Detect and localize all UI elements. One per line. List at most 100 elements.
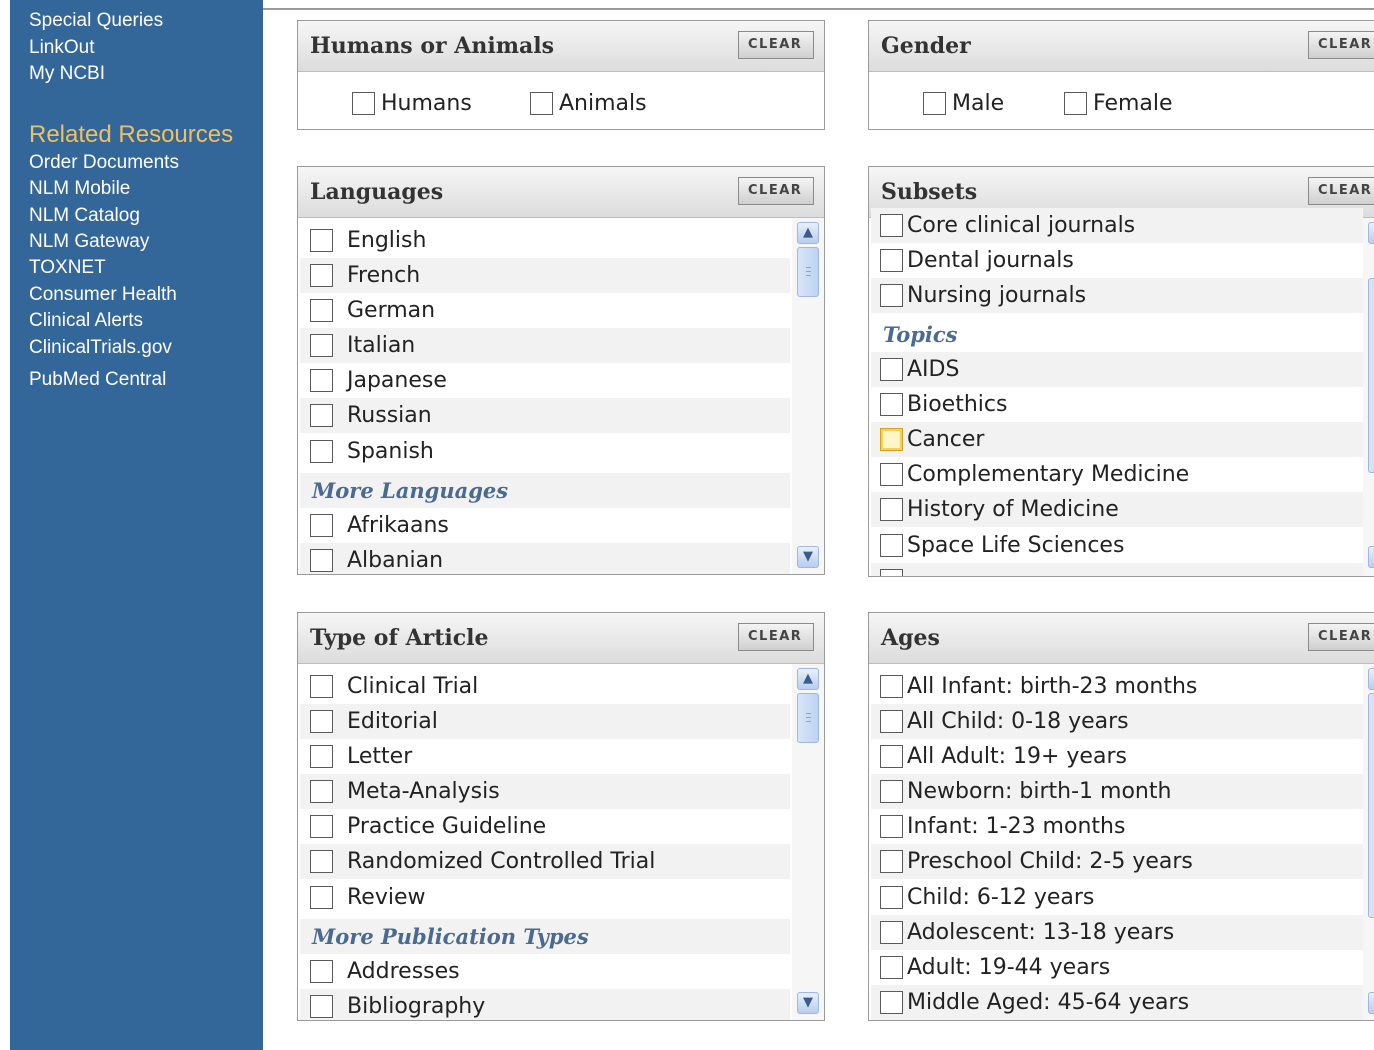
checkbox[interactable] [880, 991, 903, 1014]
checkbox[interactable] [880, 393, 903, 416]
scroll-thumb[interactable] [797, 247, 819, 297]
checkbox[interactable] [880, 214, 903, 237]
checkbox[interactable] [310, 780, 333, 803]
checkbox[interactable] [310, 675, 333, 698]
checkbox[interactable] [880, 534, 903, 557]
scrollbar[interactable]: ▲ ▼ [792, 664, 824, 1020]
link-nlm-catalog[interactable]: NLM Catalog [29, 205, 140, 227]
checkbox[interactable] [310, 334, 333, 357]
scroll-down-button[interactable]: ▼ [1368, 992, 1374, 1014]
list-item[interactable]: History of Medicine [871, 492, 1363, 527]
link-clinical-alerts[interactable]: Clinical Alerts [29, 310, 143, 332]
scroll-down-button[interactable]: ▼ [797, 992, 819, 1014]
list-item[interactable]: Afrikaans [300, 508, 790, 543]
scroll-thumb[interactable] [1368, 693, 1374, 918]
list-item[interactable]: All Child: 0-18 years [871, 704, 1363, 739]
checkbox[interactable] [310, 850, 333, 873]
list-item[interactable]: Adult: 19-44 years [871, 950, 1363, 985]
link-order-documents[interactable]: Order Documents [29, 152, 179, 174]
checkbox[interactable] [880, 358, 903, 381]
checkbox[interactable] [880, 675, 903, 698]
checkbox[interactable] [880, 284, 903, 307]
list-item[interactable]: Addresses [300, 954, 790, 989]
list-item[interactable]: Japanese [300, 363, 790, 398]
scroll-up-button[interactable]: ▲ [797, 668, 819, 690]
checkbox[interactable] [310, 815, 333, 838]
list-item[interactable]: Review [300, 880, 790, 915]
list-item[interactable]: AIDS [871, 352, 1363, 387]
checkbox[interactable] [880, 249, 903, 272]
checkbox[interactable] [880, 956, 903, 979]
list-item[interactable]: Bibliography [300, 989, 790, 1020]
list-item[interactable]: French [300, 258, 790, 293]
checkbox[interactable] [310, 404, 333, 427]
scroll-down-button[interactable]: ▼ [1368, 546, 1374, 568]
list-item[interactable]: Dental journals [871, 243, 1363, 278]
checkbox[interactable] [310, 745, 333, 768]
checkbox[interactable] [1064, 92, 1087, 115]
languages-list[interactable]: English French German Italian Japanese R… [298, 218, 824, 574]
list-item[interactable]: Core clinical journals [871, 208, 1363, 243]
option-male[interactable]: Male [923, 86, 1004, 121]
list-item[interactable]: All Adult: 19+ years [871, 739, 1363, 774]
clear-button[interactable]: CLEAR [738, 177, 814, 205]
checkbox[interactable] [880, 569, 903, 576]
list-item[interactable]: Adolescent: 13-18 years [871, 915, 1363, 950]
checkbox[interactable] [880, 850, 903, 873]
link-special-queries[interactable]: Special Queries [29, 10, 163, 32]
list-item[interactable]: Spanish [300, 434, 790, 469]
list-item[interactable]: English [300, 223, 790, 258]
list-item[interactable]: Space Life Sciences [871, 528, 1363, 563]
checkbox[interactable] [530, 92, 553, 115]
checkbox[interactable] [310, 229, 333, 252]
checkbox[interactable] [880, 780, 903, 803]
checkbox[interactable] [310, 440, 333, 463]
link-linkout[interactable]: LinkOut [29, 37, 94, 59]
checkbox[interactable] [310, 886, 333, 909]
link-consumer-health[interactable]: Consumer Health [29, 284, 177, 306]
clear-button[interactable]: CLEAR [738, 31, 814, 59]
list-item[interactable]: Bioethics [871, 387, 1363, 422]
checkbox-highlighted[interactable] [880, 428, 903, 451]
option-animals[interactable]: Animals [530, 86, 647, 121]
list-item[interactable]: Randomized Controlled Trial [300, 844, 790, 879]
list-item[interactable]: All Infant: birth-23 months [871, 669, 1363, 704]
list-item[interactable]: Clinical Trial [300, 669, 790, 704]
checkbox[interactable] [880, 463, 903, 486]
list-item[interactable]: Meta-Analysis [300, 774, 790, 809]
list-item[interactable]: Cancer [871, 422, 1363, 457]
list-item[interactable]: Preschool Child: 2-5 years [871, 844, 1363, 879]
checkbox[interactable] [880, 710, 903, 733]
scroll-up-button[interactable]: ▲ [1368, 222, 1374, 244]
list-item[interactable]: Newborn: birth-1 month [871, 774, 1363, 809]
checkbox[interactable] [310, 514, 333, 537]
list-item[interactable]: Practice Guideline [300, 809, 790, 844]
scroll-down-button[interactable]: ▼ [797, 546, 819, 568]
checkbox[interactable] [310, 960, 333, 983]
list-item[interactable]: Nursing journals [871, 278, 1363, 313]
link-pubmed-central[interactable]: PubMed Central [29, 369, 166, 391]
checkbox[interactable] [923, 92, 946, 115]
checkbox[interactable] [880, 498, 903, 521]
checkbox[interactable] [310, 369, 333, 392]
list-item-partial[interactable] [871, 563, 1363, 576]
list-item[interactable]: Italian [300, 328, 790, 363]
scroll-thumb[interactable] [797, 693, 819, 743]
article-types-list[interactable]: Clinical Trial Editorial Letter Meta-Ana… [298, 664, 824, 1020]
link-my-ncbi[interactable]: My NCBI [29, 63, 105, 85]
scrollbar[interactable]: ▲ ▼ [1363, 664, 1374, 1020]
scroll-up-button[interactable]: ▲ [797, 222, 819, 244]
link-nlm-mobile[interactable]: NLM Mobile [29, 178, 130, 200]
clear-button[interactable]: CLEAR [1308, 31, 1374, 59]
list-item[interactable]: Letter [300, 739, 790, 774]
checkbox[interactable] [310, 710, 333, 733]
subsets-list[interactable]: Core clinical journals Dental journals N… [869, 208, 1374, 576]
checkbox[interactable] [880, 745, 903, 768]
link-toxnet[interactable]: TOXNET [29, 257, 106, 279]
clear-button[interactable]: CLEAR [1308, 177, 1374, 205]
clear-button[interactable]: CLEAR [738, 623, 814, 651]
list-item[interactable]: German [300, 293, 790, 328]
checkbox[interactable] [310, 264, 333, 287]
checkbox[interactable] [310, 995, 333, 1018]
option-female[interactable]: Female [1064, 86, 1173, 121]
